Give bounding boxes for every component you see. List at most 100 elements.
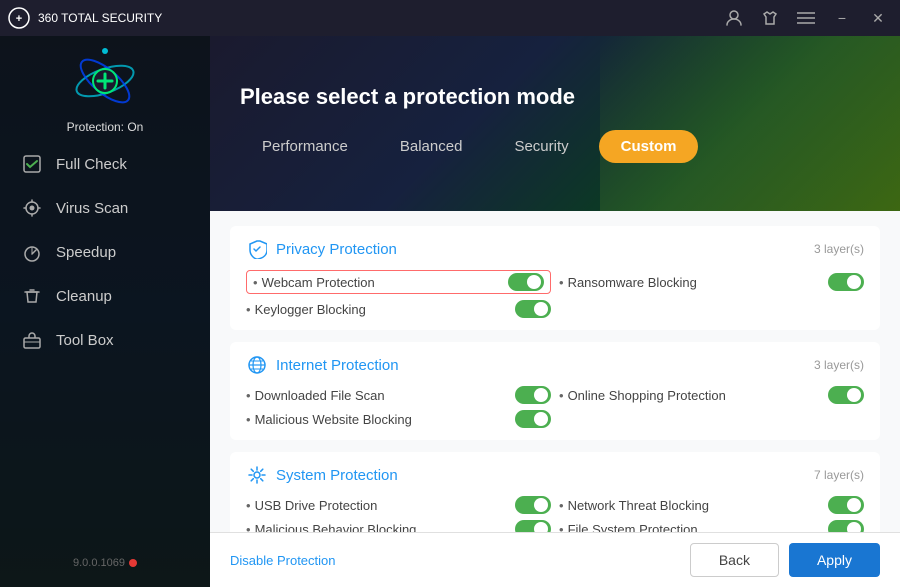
status-dot	[129, 559, 137, 567]
privacy-icon	[246, 238, 268, 260]
menu-button[interactable]	[792, 4, 820, 32]
hero-title: Please select a protection mode	[240, 84, 870, 110]
network-threat-item: Network Threat Blocking	[559, 496, 864, 514]
sidebar: Protection: On Full Check	[0, 36, 210, 587]
sidebar-item-speedup[interactable]: Speedup	[0, 230, 210, 274]
system-protection-section: System Protection 7 layer(s) USB Drive P…	[230, 452, 880, 532]
close-button[interactable]: ✕	[864, 4, 892, 32]
system-section-header: System Protection 7 layer(s)	[246, 464, 864, 486]
virus-scan-label: Virus Scan	[56, 200, 128, 217]
full-check-icon	[20, 152, 44, 176]
system-section-title: System Protection	[246, 464, 398, 486]
usb-drive-label: USB Drive Protection	[246, 498, 377, 513]
online-shopping-label: Online Shopping Protection	[559, 388, 726, 403]
content-area[interactable]: Privacy Protection 3 layer(s) Webcam Pro…	[210, 211, 900, 532]
tab-custom[interactable]: Custom	[599, 130, 699, 163]
tab-performance[interactable]: Performance	[240, 130, 370, 163]
ransomware-item: Ransomware Blocking	[559, 270, 864, 294]
hero-background	[600, 36, 900, 211]
footer-bar: Disable Protection Back Apply	[210, 532, 900, 587]
system-title: System Protection	[276, 467, 398, 484]
file-system-label: File System Protection	[559, 522, 698, 533]
sidebar-nav: Full Check Virus Scan	[0, 142, 210, 549]
keylogger-toggle[interactable]	[515, 300, 551, 318]
privacy-layers: 3 layer(s)	[814, 242, 864, 256]
tab-balanced[interactable]: Balanced	[378, 130, 485, 163]
app-title: 360 TOTAL SECURITY	[38, 11, 162, 25]
privacy-section-header: Privacy Protection 3 layer(s)	[246, 238, 864, 260]
privacy-title: Privacy Protection	[276, 241, 397, 258]
system-items: USB Drive Protection Network Threat Bloc…	[246, 496, 864, 532]
keylogger-item: Keylogger Blocking	[246, 300, 551, 318]
app-logo-icon: +	[8, 7, 30, 29]
protection-status: Protection: On	[67, 120, 144, 134]
back-button[interactable]: Back	[690, 543, 779, 577]
ransomware-label: Ransomware Blocking	[559, 275, 697, 290]
online-shopping-item: Online Shopping Protection	[559, 386, 864, 404]
malicious-website-label: Malicious Website Blocking	[246, 412, 412, 427]
title-bar: + 360 TOTAL SECURITY − ✕	[0, 0, 900, 36]
file-scan-toggle[interactable]	[515, 386, 551, 404]
svg-text:+: +	[16, 13, 22, 25]
speedup-label: Speedup	[56, 244, 116, 261]
internet-section-header: Internet Protection 3 layer(s)	[246, 354, 864, 376]
sidebar-item-virus-scan[interactable]: Virus Scan	[0, 186, 210, 230]
theme-button[interactable]	[756, 4, 784, 32]
keylogger-label: Keylogger Blocking	[246, 302, 366, 317]
malicious-behavior-item: Malicious Behavior Blocking	[246, 520, 551, 532]
toolbox-icon	[20, 328, 44, 352]
full-check-label: Full Check	[56, 156, 127, 173]
malicious-website-item: Malicious Website Blocking	[246, 410, 551, 428]
malicious-behavior-toggle[interactable]	[515, 520, 551, 532]
ransomware-toggle[interactable]	[828, 273, 864, 291]
cleanup-label: Cleanup	[56, 288, 112, 305]
hero-section: Please select a protection mode Performa…	[210, 36, 900, 211]
sidebar-footer: 9.0.0.1069	[65, 549, 145, 577]
footer-buttons: Back Apply	[690, 543, 880, 577]
internet-items: Downloaded File Scan Online Shopping Pro…	[246, 386, 864, 428]
version-text: 9.0.0.1069	[73, 557, 125, 569]
malicious-behavior-label: Malicious Behavior Blocking	[246, 522, 416, 533]
speedup-icon	[20, 240, 44, 264]
shirt-icon	[761, 9, 779, 27]
mode-tabs: Performance Balanced Security Custom	[240, 130, 870, 163]
sidebar-item-tool-box[interactable]: Tool Box	[0, 318, 210, 362]
hamburger-icon	[797, 11, 815, 25]
privacy-section-title: Privacy Protection	[246, 238, 397, 260]
tab-security[interactable]: Security	[492, 130, 590, 163]
logo-svg	[70, 46, 140, 116]
usb-drive-toggle[interactable]	[515, 496, 551, 514]
title-bar-right: − ✕	[720, 4, 892, 32]
internet-layers: 3 layer(s)	[814, 358, 864, 372]
internet-section-title: Internet Protection	[246, 354, 399, 376]
sidebar-item-full-check[interactable]: Full Check	[0, 142, 210, 186]
network-threat-toggle[interactable]	[828, 496, 864, 514]
webcam-protection-item: Webcam Protection	[246, 270, 551, 294]
toolbox-label: Tool Box	[56, 332, 114, 349]
profile-button[interactable]	[720, 4, 748, 32]
apply-button[interactable]: Apply	[789, 543, 880, 577]
malicious-website-toggle[interactable]	[515, 410, 551, 428]
usb-drive-item: USB Drive Protection	[246, 496, 551, 514]
internet-protection-section: Internet Protection 3 layer(s) Downloade…	[230, 342, 880, 440]
file-scan-label: Downloaded File Scan	[246, 388, 385, 403]
main-content: Please select a protection mode Performa…	[210, 36, 900, 587]
app-body: Protection: On Full Check	[0, 36, 900, 587]
file-system-toggle[interactable]	[828, 520, 864, 532]
system-layers: 7 layer(s)	[814, 468, 864, 482]
sidebar-logo: Protection: On	[67, 46, 144, 134]
system-icon	[246, 464, 268, 486]
online-shopping-toggle[interactable]	[828, 386, 864, 404]
minimize-button[interactable]: −	[828, 4, 856, 32]
virus-scan-icon	[20, 196, 44, 220]
title-bar-left: + 360 TOTAL SECURITY	[8, 7, 162, 29]
sidebar-item-cleanup[interactable]: Cleanup	[0, 274, 210, 318]
user-icon	[725, 9, 743, 27]
webcam-toggle[interactable]	[508, 273, 544, 291]
file-scan-item: Downloaded File Scan	[246, 386, 551, 404]
privacy-protection-section: Privacy Protection 3 layer(s) Webcam Pro…	[230, 226, 880, 330]
network-threat-label: Network Threat Blocking	[559, 498, 709, 513]
cleanup-icon	[20, 284, 44, 308]
disable-protection-button[interactable]: Disable Protection	[230, 553, 336, 568]
internet-title: Internet Protection	[276, 357, 399, 374]
